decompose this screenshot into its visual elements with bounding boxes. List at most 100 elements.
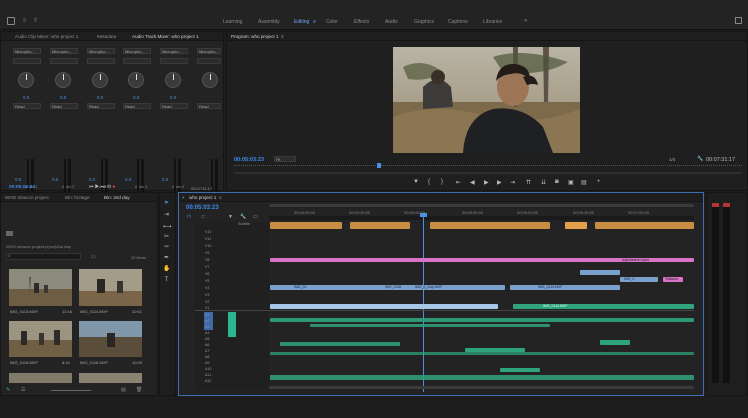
pan-knob[interactable] bbox=[202, 72, 218, 88]
add-button-icon[interactable]: + bbox=[597, 179, 601, 185]
search-input[interactable] bbox=[6, 253, 81, 260]
video-clip[interactable] bbox=[580, 270, 620, 275]
audio-clip[interactable] bbox=[270, 375, 694, 380]
video-clip[interactable]: IMG_0114.MXF bbox=[510, 285, 620, 290]
razor-tool-icon[interactable]: ✂ bbox=[163, 234, 170, 241]
channel-input-select[interactable]: Micropho... bbox=[197, 48, 221, 54]
subtitle-clip[interactable] bbox=[565, 222, 587, 229]
audio-clip[interactable] bbox=[310, 324, 550, 327]
audio-clip[interactable] bbox=[270, 352, 694, 355]
timeline-zoom-bar[interactable] bbox=[269, 204, 694, 207]
workspace-editing[interactable]: Editing bbox=[294, 19, 309, 25]
mark-in-icon[interactable]: { bbox=[428, 179, 430, 185]
video-audio-divider[interactable] bbox=[195, 310, 694, 311]
playhead-marker[interactable] bbox=[377, 163, 381, 168]
zoom-scrollbar[interactable] bbox=[234, 172, 742, 174]
playhead-handle[interactable] bbox=[420, 213, 427, 217]
channel-mix-select[interactable] bbox=[123, 58, 151, 64]
clip-thumbnail[interactable] bbox=[9, 321, 72, 357]
tab-audio-clip-mixer[interactable]: Audio Clip Mixer: who project 1 bbox=[15, 34, 78, 39]
channel-input-select[interactable]: Micropho... bbox=[13, 48, 41, 54]
panel-menu-icon[interactable]: ≡ bbox=[219, 195, 222, 200]
wrench-icon[interactable]: 🔧 bbox=[240, 214, 246, 220]
clip-thumbnail[interactable] bbox=[79, 269, 142, 306]
tab-bin-footage[interactable]: Bin: footage bbox=[65, 195, 90, 200]
video-clip[interactable]: IMG_01 IMG_0118 IMG_0_Dup.MXF bbox=[270, 285, 505, 290]
mixer-timecode[interactable]: 00:05:03:23 bbox=[9, 185, 35, 190]
automation-mode-select[interactable]: Read bbox=[160, 103, 188, 109]
track-select-tool-icon[interactable]: ⇥ bbox=[163, 212, 170, 219]
timeline-timecode[interactable]: 00:05:03:23 bbox=[186, 205, 219, 211]
channel-mix-select[interactable] bbox=[197, 58, 221, 64]
workspace-menu-icon[interactable]: ≡ bbox=[313, 19, 316, 25]
subtitle-clip[interactable] bbox=[270, 222, 342, 229]
workspace-libraries[interactable]: Libraries bbox=[483, 19, 502, 25]
step-forward-icon[interactable]: ▶ bbox=[497, 179, 502, 186]
step-back-icon[interactable]: ◀ bbox=[470, 179, 475, 186]
tab-audio-track-mixer[interactable]: Audio Track Mixer: who project 1 bbox=[132, 34, 199, 39]
channel-input-select[interactable]: Micropho... bbox=[50, 48, 78, 54]
hand-tool-icon[interactable]: ✋ bbox=[163, 266, 170, 273]
workspace-captions[interactable]: Captions bbox=[448, 19, 468, 25]
ruler-bar[interactable] bbox=[269, 216, 694, 220]
pan-knob[interactable] bbox=[92, 72, 108, 88]
automation-mode-select[interactable]: Read bbox=[197, 103, 221, 109]
clip-thumbnail[interactable] bbox=[79, 373, 142, 383]
linked-selection-icon[interactable]: ⊂ bbox=[201, 214, 205, 220]
lift-icon[interactable]: ⇈ bbox=[526, 179, 531, 186]
export-frame-icon[interactable]: ▤ bbox=[581, 179, 587, 186]
icon-view-icon[interactable]: ☰ bbox=[21, 387, 25, 393]
audio-clip[interactable] bbox=[270, 318, 694, 322]
workspace-color[interactable]: Color bbox=[326, 19, 338, 25]
playhead-scrub-bar[interactable] bbox=[234, 165, 742, 168]
audio-clip[interactable] bbox=[280, 342, 400, 346]
playhead[interactable] bbox=[423, 214, 424, 392]
add-marker-icon[interactable]: ▼ bbox=[413, 179, 419, 185]
channel-mix-select[interactable] bbox=[87, 58, 115, 64]
pen-tool-icon[interactable]: ✒ bbox=[163, 255, 170, 262]
automation-mode-select[interactable]: Read bbox=[87, 103, 115, 109]
slip-tool-icon[interactable]: ⇿ bbox=[163, 244, 170, 251]
clip-thumbnail[interactable] bbox=[9, 373, 72, 383]
pan-knob[interactable] bbox=[165, 72, 181, 88]
camera-icon[interactable]: ◙ bbox=[555, 179, 559, 185]
go-to-in-icon[interactable]: ⇤ bbox=[456, 179, 461, 186]
export-icon[interactable]: ⇧ bbox=[33, 17, 38, 24]
tab-sequence[interactable]: who project 1 bbox=[189, 195, 216, 200]
new-item-icon[interactable]: ▤ bbox=[121, 387, 126, 393]
home-icon[interactable] bbox=[7, 17, 15, 25]
workspace-learning[interactable]: Learning bbox=[223, 19, 242, 25]
type-tool-icon[interactable]: T bbox=[163, 277, 170, 284]
automation-mode-select[interactable]: Read bbox=[13, 103, 41, 109]
captions-icon[interactable]: ▭ bbox=[253, 214, 258, 220]
adjustment-layer-clip[interactable]: Adjustment Layer bbox=[270, 258, 694, 262]
wrench-icon[interactable]: 🔧 bbox=[697, 156, 703, 162]
clip-thumbnail[interactable] bbox=[79, 321, 142, 357]
title-clip[interactable]: Tobacco bbox=[663, 277, 683, 282]
tab-metadata[interactable]: Metadata bbox=[97, 34, 116, 39]
tab-project[interactable]: WHO tobacco project bbox=[5, 195, 49, 200]
more-workspaces-icon[interactable]: » bbox=[524, 18, 527, 24]
channel-input-select[interactable]: Micropho... bbox=[87, 48, 115, 54]
ripple-edit-tool-icon[interactable]: ⟷ bbox=[163, 224, 172, 231]
comparison-view-icon[interactable]: ▣ bbox=[568, 179, 574, 186]
video-clip[interactable]: IMG_0114.MXF bbox=[513, 304, 694, 309]
channel-mix-select[interactable] bbox=[13, 58, 41, 64]
audio-clip[interactable] bbox=[600, 340, 630, 345]
automation-mode-select[interactable]: Read bbox=[50, 103, 78, 109]
new-bin-icon[interactable]: ▭ bbox=[91, 254, 96, 260]
channel-input-select[interactable]: Micropho... bbox=[123, 48, 151, 54]
mark-out-icon[interactable]: } bbox=[441, 179, 443, 185]
video-clip[interactable] bbox=[270, 304, 498, 309]
add-marker-icon[interactable]: ▼ bbox=[228, 214, 233, 220]
channel-mix-select[interactable] bbox=[160, 58, 188, 64]
close-icon[interactable]: × bbox=[182, 195, 185, 200]
zoom-fit-select[interactable]: Fit bbox=[274, 156, 296, 162]
import-icon[interactable]: ⇩ bbox=[22, 17, 27, 24]
snap-icon[interactable]: ⊓ bbox=[187, 214, 191, 220]
channel-mix-select[interactable] bbox=[50, 58, 78, 64]
audio-clip[interactable] bbox=[500, 368, 540, 372]
mixer-transport[interactable]: ⏮ ▶ ⏭ ⟲ ● bbox=[89, 184, 115, 190]
selection-tool-icon[interactable]: ➤ bbox=[163, 200, 170, 207]
workspace-graphics[interactable]: Graphics bbox=[414, 19, 434, 25]
